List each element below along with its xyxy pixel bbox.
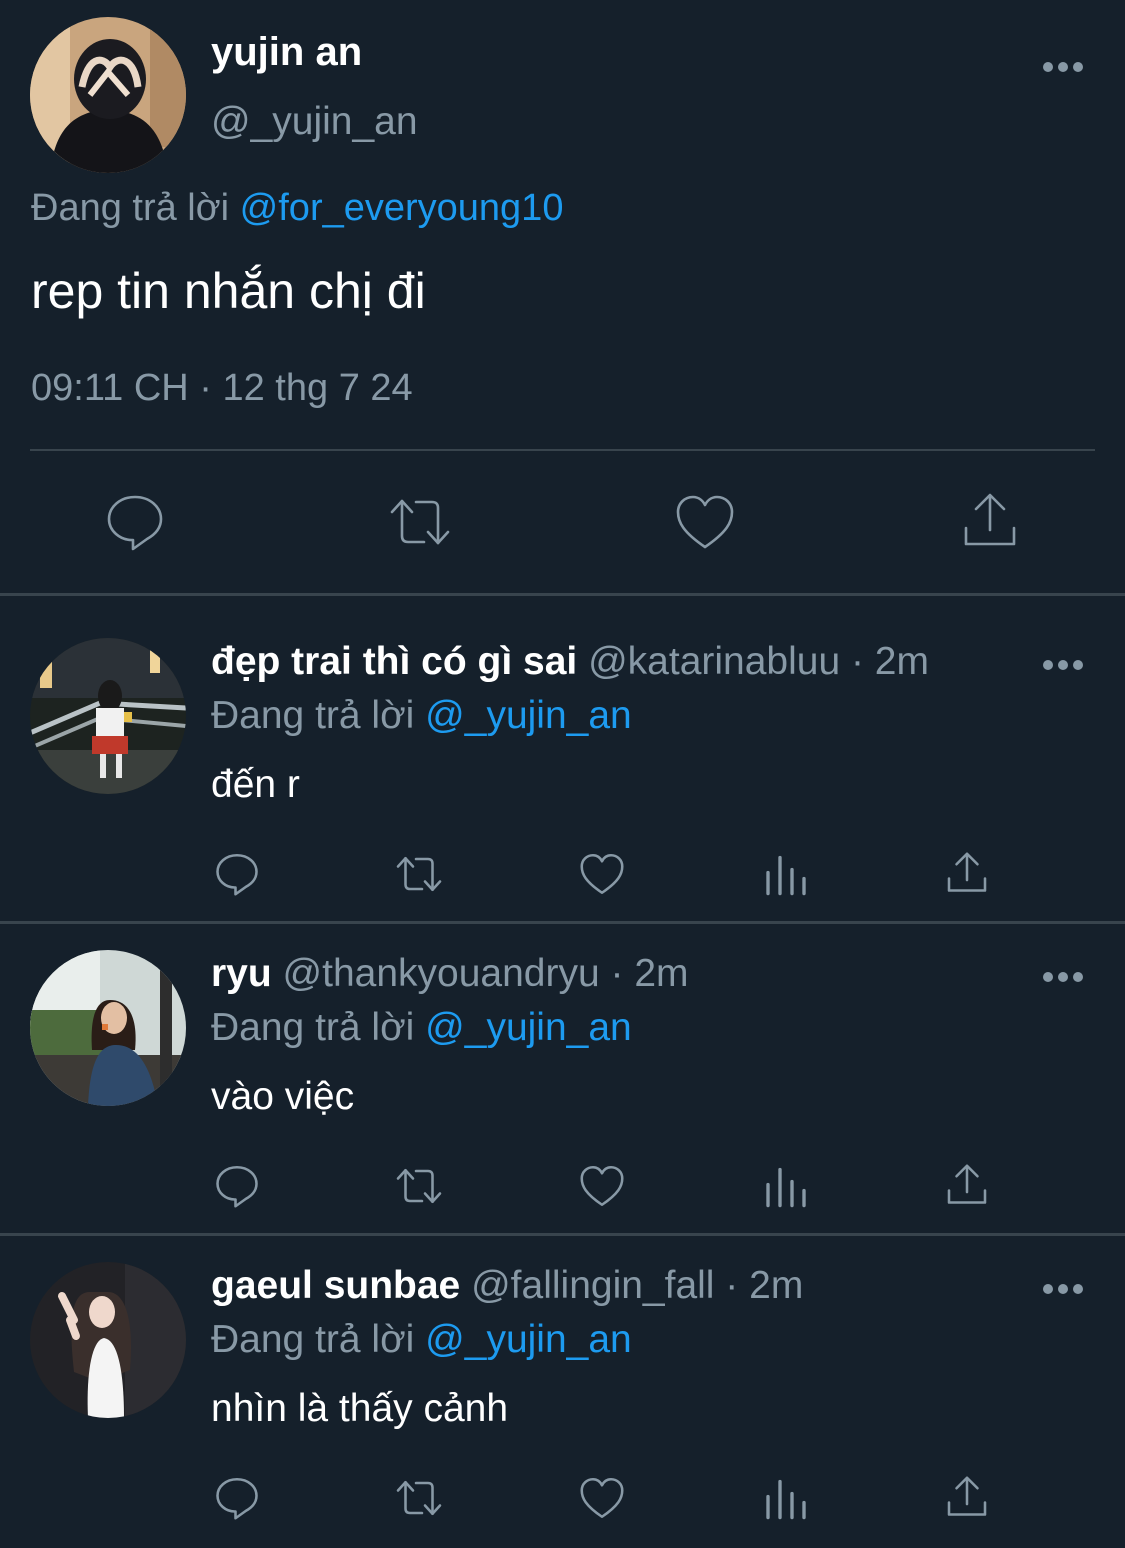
reply-header: ryu @thankyouandryu · 2m [211,952,689,996]
reply-icon[interactable] [213,850,261,898]
display-name[interactable]: gaeul sunbae [211,1264,460,1307]
retweet-icon[interactable] [395,1162,443,1210]
replying-to: Đang trả lời @for_everyoung10 [31,187,563,230]
more-options-icon[interactable] [1043,972,1083,984]
reply-tweet[interactable]: đẹp trai thì có gì sai @katarinabluu · 2… [0,596,1125,922]
replying-to-link[interactable]: @_yujin_an [425,1318,632,1361]
replying-prefix: Đang trả lời [211,694,415,737]
reply-icon[interactable] [103,490,167,554]
reply-icon[interactable] [213,1474,261,1522]
like-icon[interactable] [578,1474,626,1522]
user-handle[interactable]: @_yujin_an [211,100,418,144]
divider [30,449,1095,451]
share-icon[interactable] [943,850,991,898]
replying-to: Đang trả lời @_yujin_an [211,694,632,738]
retweet-icon[interactable] [395,850,443,898]
replying-prefix: Đang trả lời [211,1318,415,1361]
replying-to: Đang trả lời @_yujin_an [211,1318,632,1362]
reply-header: gaeul sunbae @fallingin_fall · 2m [211,1264,803,1308]
replying-to-link[interactable]: @_yujin_an [425,694,632,737]
display-name[interactable]: đẹp trai thì có gì sai [211,640,577,683]
main-tweet: yujin an @_yujin_an Đang trả lời @for_ev… [0,0,1125,594]
handle-and-time[interactable]: @katarinabluu · 2m [588,640,929,683]
tweet-text: đến r [211,763,300,806]
replying-prefix: Đang trả lời [31,187,230,229]
tweet-text: vào việc [211,1075,355,1118]
analytics-icon[interactable] [762,1162,810,1210]
like-icon[interactable] [578,1162,626,1210]
handle-and-time[interactable]: @thankyouandryu · 2m [283,952,689,995]
reply-icon[interactable] [213,1162,261,1210]
reply-header: đẹp trai thì có gì sai @katarinabluu · 2… [211,640,929,684]
like-icon[interactable] [673,490,737,554]
reply-tweet[interactable]: ryu @thankyouandryu · 2m Đang trả lời @_… [0,908,1125,1234]
avatar[interactable] [30,638,186,794]
avatar[interactable] [30,1262,186,1418]
more-options-icon[interactable] [1043,1284,1083,1296]
tweet-text: rep tin nhắn chị đi [31,263,426,319]
analytics-icon[interactable] [762,1474,810,1522]
retweet-icon[interactable] [388,490,452,554]
retweet-icon[interactable] [395,1474,443,1522]
tweet-timestamp[interactable]: 09:11 CH · 12 thg 7 24 [31,367,413,410]
share-icon[interactable] [958,490,1022,554]
reply-tweet[interactable]: gaeul sunbae @fallingin_fall · 2m Đang t… [0,1220,1125,1548]
tweet-text: nhìn là thấy cảnh [211,1387,509,1430]
replying-to-link[interactable]: @_yujin_an [425,1006,632,1049]
share-icon[interactable] [943,1162,991,1210]
replying-to-link[interactable]: @for_everyoung10 [240,187,564,229]
more-options-icon[interactable] [1043,62,1083,74]
handle-and-time[interactable]: @fallingin_fall · 2m [471,1264,803,1307]
analytics-icon[interactable] [762,850,810,898]
share-icon[interactable] [943,1474,991,1522]
replying-to: Đang trả lời @_yujin_an [211,1006,632,1050]
more-options-icon[interactable] [1043,660,1083,672]
display-name[interactable]: ryu [211,952,272,995]
avatar[interactable] [30,17,186,173]
replying-prefix: Đang trả lời [211,1006,415,1049]
like-icon[interactable] [578,850,626,898]
display-name[interactable]: yujin an [211,30,362,75]
avatar[interactable] [30,950,186,1106]
